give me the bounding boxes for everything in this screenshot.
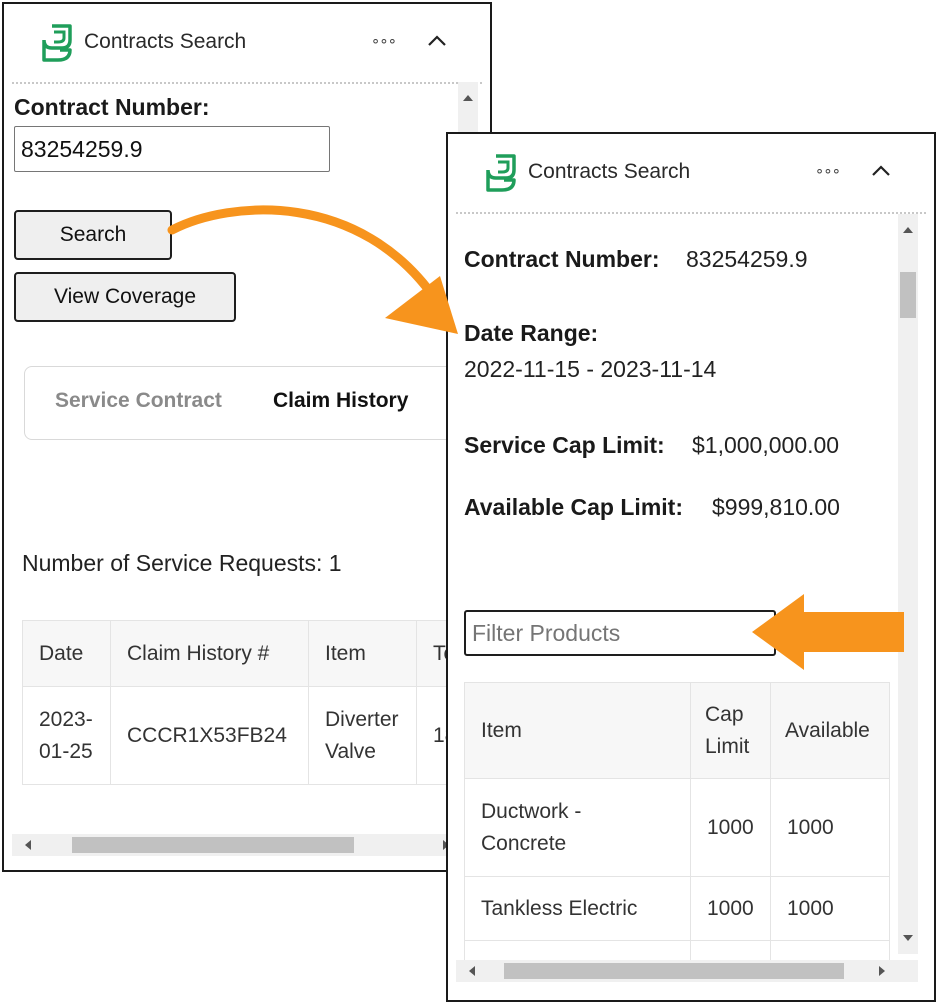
table-row[interactable]: Ductwork - Concrete 1000 1000 <box>464 778 890 877</box>
app-title: Contracts Search <box>528 160 691 183</box>
panel-header: Contracts Search ∘∘∘ <box>12 4 482 84</box>
table-header-row: Date Claim History # Item To <box>22 620 490 687</box>
item-line1: Ductwork - <box>481 799 582 823</box>
app-title: Contracts Search <box>84 30 247 53</box>
view-coverage-button[interactable]: View Coverage <box>14 272 236 322</box>
horizontal-scrollbar[interactable] <box>456 960 918 982</box>
horizontal-scroll-thumb[interactable] <box>72 837 354 853</box>
contract-number-input[interactable]: 83254259.9 <box>14 126 330 172</box>
scroll-up-arrow-icon[interactable] <box>458 88 478 108</box>
col-header-available[interactable]: Available <box>770 682 890 779</box>
table-row[interactable]: Tankless Electric 1000 1000 <box>464 876 890 941</box>
cell-available: 1000 <box>770 876 890 941</box>
more-options-icon[interactable]: ∘∘∘ <box>815 162 841 180</box>
col-header-item[interactable]: Item <box>464 682 691 779</box>
col-header-claim[interactable]: Claim History # <box>110 620 309 687</box>
cell-item: Diverter Valve <box>308 686 417 785</box>
contracts-logo-icon <box>486 154 516 192</box>
cell-date: 2023- 01-25 <box>22 686 111 785</box>
scroll-right-arrow-icon[interactable] <box>872 960 892 982</box>
item-line2: Concrete <box>481 831 567 855</box>
filter-products-input[interactable] <box>464 610 776 656</box>
cell-cap: 1000 <box>690 778 771 877</box>
chevron-up-icon[interactable] <box>870 160 892 182</box>
cell-cap: 1000 <box>690 876 771 941</box>
vertical-scrollbar[interactable] <box>898 214 918 954</box>
available-cap-value: $999,810.00 <box>712 494 840 520</box>
date-range-value: 2022-11-15 - 2023-11-14 <box>464 356 717 382</box>
cap-line2: Limit <box>705 734 750 758</box>
horizontal-scrollbar[interactable] <box>12 834 458 856</box>
contract-number-value: 83254259.9 <box>686 246 808 272</box>
scroll-up-arrow-icon[interactable] <box>898 220 918 240</box>
claim-history-table: Date Claim History # Item To 2023- 01-25… <box>22 620 490 785</box>
item-line2: Valve <box>325 739 376 763</box>
tab-bar: Service Contract Claim History <box>24 366 486 440</box>
products-table: Item Cap Limit Available Ductwork - Conc… <box>464 682 890 981</box>
cell-claim-number: CCCR1X53FB24 <box>110 686 309 785</box>
tab-service-contract[interactable]: Service Contract <box>55 389 222 413</box>
tab-claim-history[interactable]: Claim History <box>273 389 408 413</box>
item-line1: Diverter <box>325 707 399 731</box>
vertical-scroll-thumb[interactable] <box>900 272 916 318</box>
cell-available: 1000 <box>770 778 890 877</box>
available-cap-label: Available Cap Limit: <box>464 494 683 520</box>
col-header-item[interactable]: Item <box>308 620 417 687</box>
scroll-down-arrow-icon[interactable] <box>898 928 918 948</box>
date-range-label: Date Range: <box>464 320 599 346</box>
horizontal-scroll-thumb[interactable] <box>504 963 844 979</box>
search-button[interactable]: Search <box>14 210 172 260</box>
contracts-search-panel-right: Contracts Search ∘∘∘ Contract Number: 83… <box>446 132 936 1002</box>
scroll-left-arrow-icon[interactable] <box>462 960 482 982</box>
cell-item: Ductwork - Concrete <box>464 778 691 877</box>
date-line1: 2023- <box>39 707 93 731</box>
col-header-date[interactable]: Date <box>22 620 111 687</box>
table-row[interactable]: 2023- 01-25 CCCR1X53FB24 Diverter Valve … <box>22 686 490 785</box>
scroll-left-arrow-icon[interactable] <box>18 834 38 856</box>
more-options-icon[interactable]: ∘∘∘ <box>371 32 397 50</box>
col-header-cap-limit[interactable]: Cap Limit <box>690 682 771 779</box>
service-cap-value: $1,000,000.00 <box>692 432 840 458</box>
table-header-row: Item Cap Limit Available <box>464 682 890 779</box>
service-cap-label: Service Cap Limit: <box>464 432 665 458</box>
cap-line1: Cap <box>705 702 744 726</box>
service-requests-count: Number of Service Requests: 1 <box>22 550 342 576</box>
contracts-logo-icon <box>42 24 72 62</box>
contract-number-label: Contract Number: <box>14 94 210 120</box>
date-line2: 01-25 <box>39 739 93 763</box>
panel-header: Contracts Search ∘∘∘ <box>456 134 926 214</box>
chevron-up-icon[interactable] <box>426 30 448 52</box>
contract-number-label: Contract Number: <box>464 246 660 272</box>
contracts-search-panel-left: Contracts Search ∘∘∘ Contract Number: 83… <box>2 2 492 872</box>
cell-item: Tankless Electric <box>464 876 691 941</box>
